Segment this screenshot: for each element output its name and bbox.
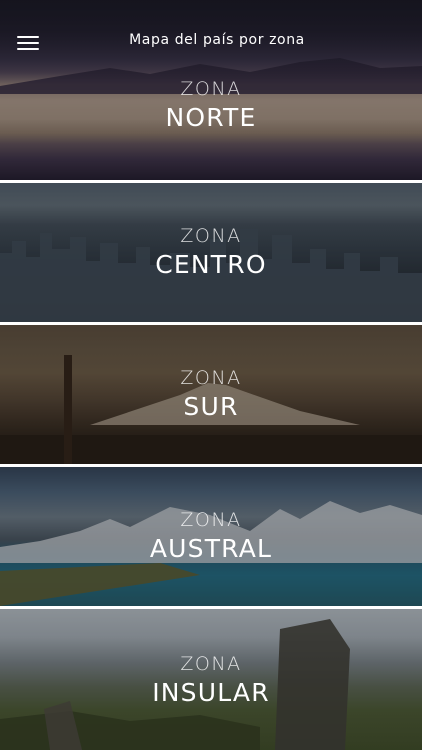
zone-centro-name: CENTRO bbox=[155, 250, 267, 279]
zone-norte-name: NORTE bbox=[165, 103, 257, 132]
zone-card-sur[interactable]: ZONA SUR bbox=[0, 325, 422, 464]
app-header: Mapa del país por zona bbox=[0, 0, 422, 84]
zone-austral-label: ZONA AUSTRAL bbox=[0, 509, 422, 563]
zone-sur-name: SUR bbox=[183, 392, 239, 421]
zone-card-austral[interactable]: ZONA AUSTRAL bbox=[0, 467, 422, 606]
zone-austral-name: AUSTRAL bbox=[149, 534, 273, 563]
zone-austral-kicker: ZONA bbox=[180, 509, 242, 531]
page-title: Mapa del país por zona bbox=[129, 32, 305, 48]
zone-centro-kicker: ZONA bbox=[180, 225, 242, 247]
zone-insular-label: ZONA INSULAR bbox=[0, 653, 422, 707]
zone-centro-label: ZONA CENTRO bbox=[0, 225, 422, 279]
zone-sur-kicker: ZONA bbox=[180, 367, 242, 389]
zone-norte-label: ZONA NORTE bbox=[0, 78, 422, 132]
zone-sur-label: ZONA SUR bbox=[0, 367, 422, 421]
zone-card-insular[interactable]: ZONA INSULAR bbox=[0, 609, 422, 750]
zone-insular-kicker: ZONA bbox=[180, 653, 242, 675]
zone-card-centro[interactable]: ZONA CENTRO bbox=[0, 183, 422, 322]
zone-insular-name: INSULAR bbox=[152, 678, 270, 707]
